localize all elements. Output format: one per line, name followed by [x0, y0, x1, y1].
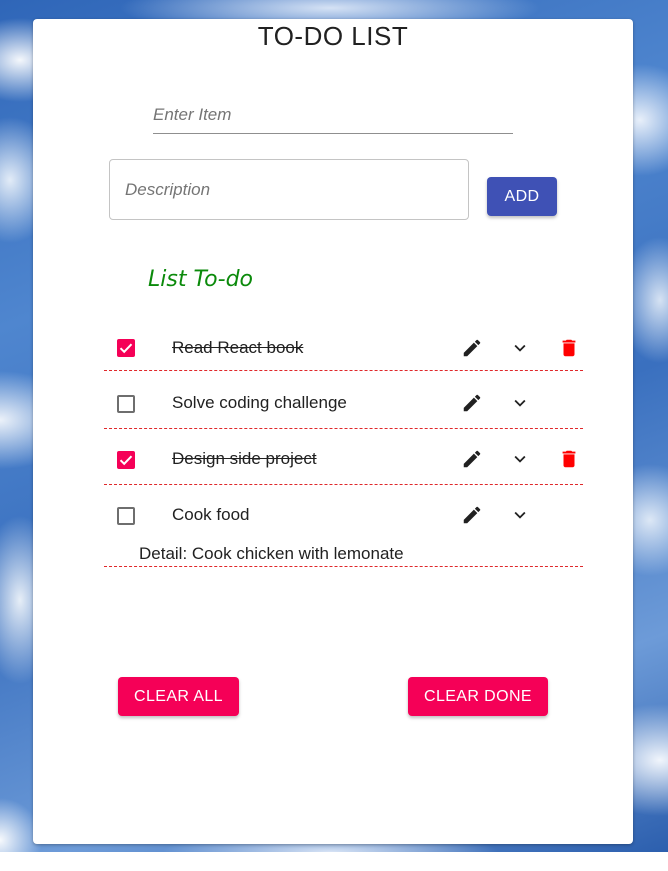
chevron-down-icon[interactable] [509, 504, 531, 526]
chevron-down-icon[interactable] [509, 392, 531, 414]
todo-checkbox[interactable] [117, 451, 135, 469]
checkmark-icon [119, 343, 133, 354]
description-input-placeholder: Description [125, 180, 211, 199]
todo-label: Read React book [172, 338, 304, 357]
todo-checkbox[interactable] [117, 507, 135, 525]
todo-checkbox[interactable] [117, 339, 135, 357]
todo-detail: Detail: Cook chicken with lemonate [139, 544, 404, 563]
todo-row: Read React book [104, 324, 583, 371]
todo-label: Solve coding challenge [172, 393, 347, 412]
chevron-down-icon[interactable] [509, 448, 531, 470]
pencil-icon[interactable] [461, 448, 483, 470]
item-input[interactable]: Enter Item [153, 97, 513, 134]
page-bottom-strip [0, 852, 668, 871]
item-input-placeholder: Enter Item [153, 105, 232, 124]
checkmark-icon [119, 455, 133, 466]
clear-done-button[interactable]: CLEAR DONE [408, 677, 548, 716]
chevron-down-icon[interactable] [509, 337, 531, 359]
trash-icon[interactable] [558, 337, 580, 359]
page-title: TO-DO LIST [257, 21, 409, 51]
list-heading: List To-do [148, 267, 253, 292]
todo-label: Design side project [172, 449, 317, 468]
pencil-icon[interactable] [461, 392, 483, 414]
add-button[interactable]: ADD [487, 177, 557, 216]
pencil-icon[interactable] [461, 504, 483, 526]
description-input[interactable]: Description [109, 159, 469, 220]
pencil-icon[interactable] [461, 337, 483, 359]
todo-checkbox[interactable] [117, 395, 135, 413]
trash-icon[interactable] [558, 448, 580, 470]
todo-row: Design side project [104, 429, 583, 485]
todo-label: Cook food [172, 505, 250, 524]
clear-all-button[interactable]: CLEAR ALL [118, 677, 239, 716]
todo-row: Cook food Detail: Cook chicken with lemo… [104, 485, 583, 567]
todo-row: Solve coding challenge [104, 371, 583, 429]
todo-card: TO-DO LIST Enter Item Description ADD Li… [33, 19, 633, 844]
